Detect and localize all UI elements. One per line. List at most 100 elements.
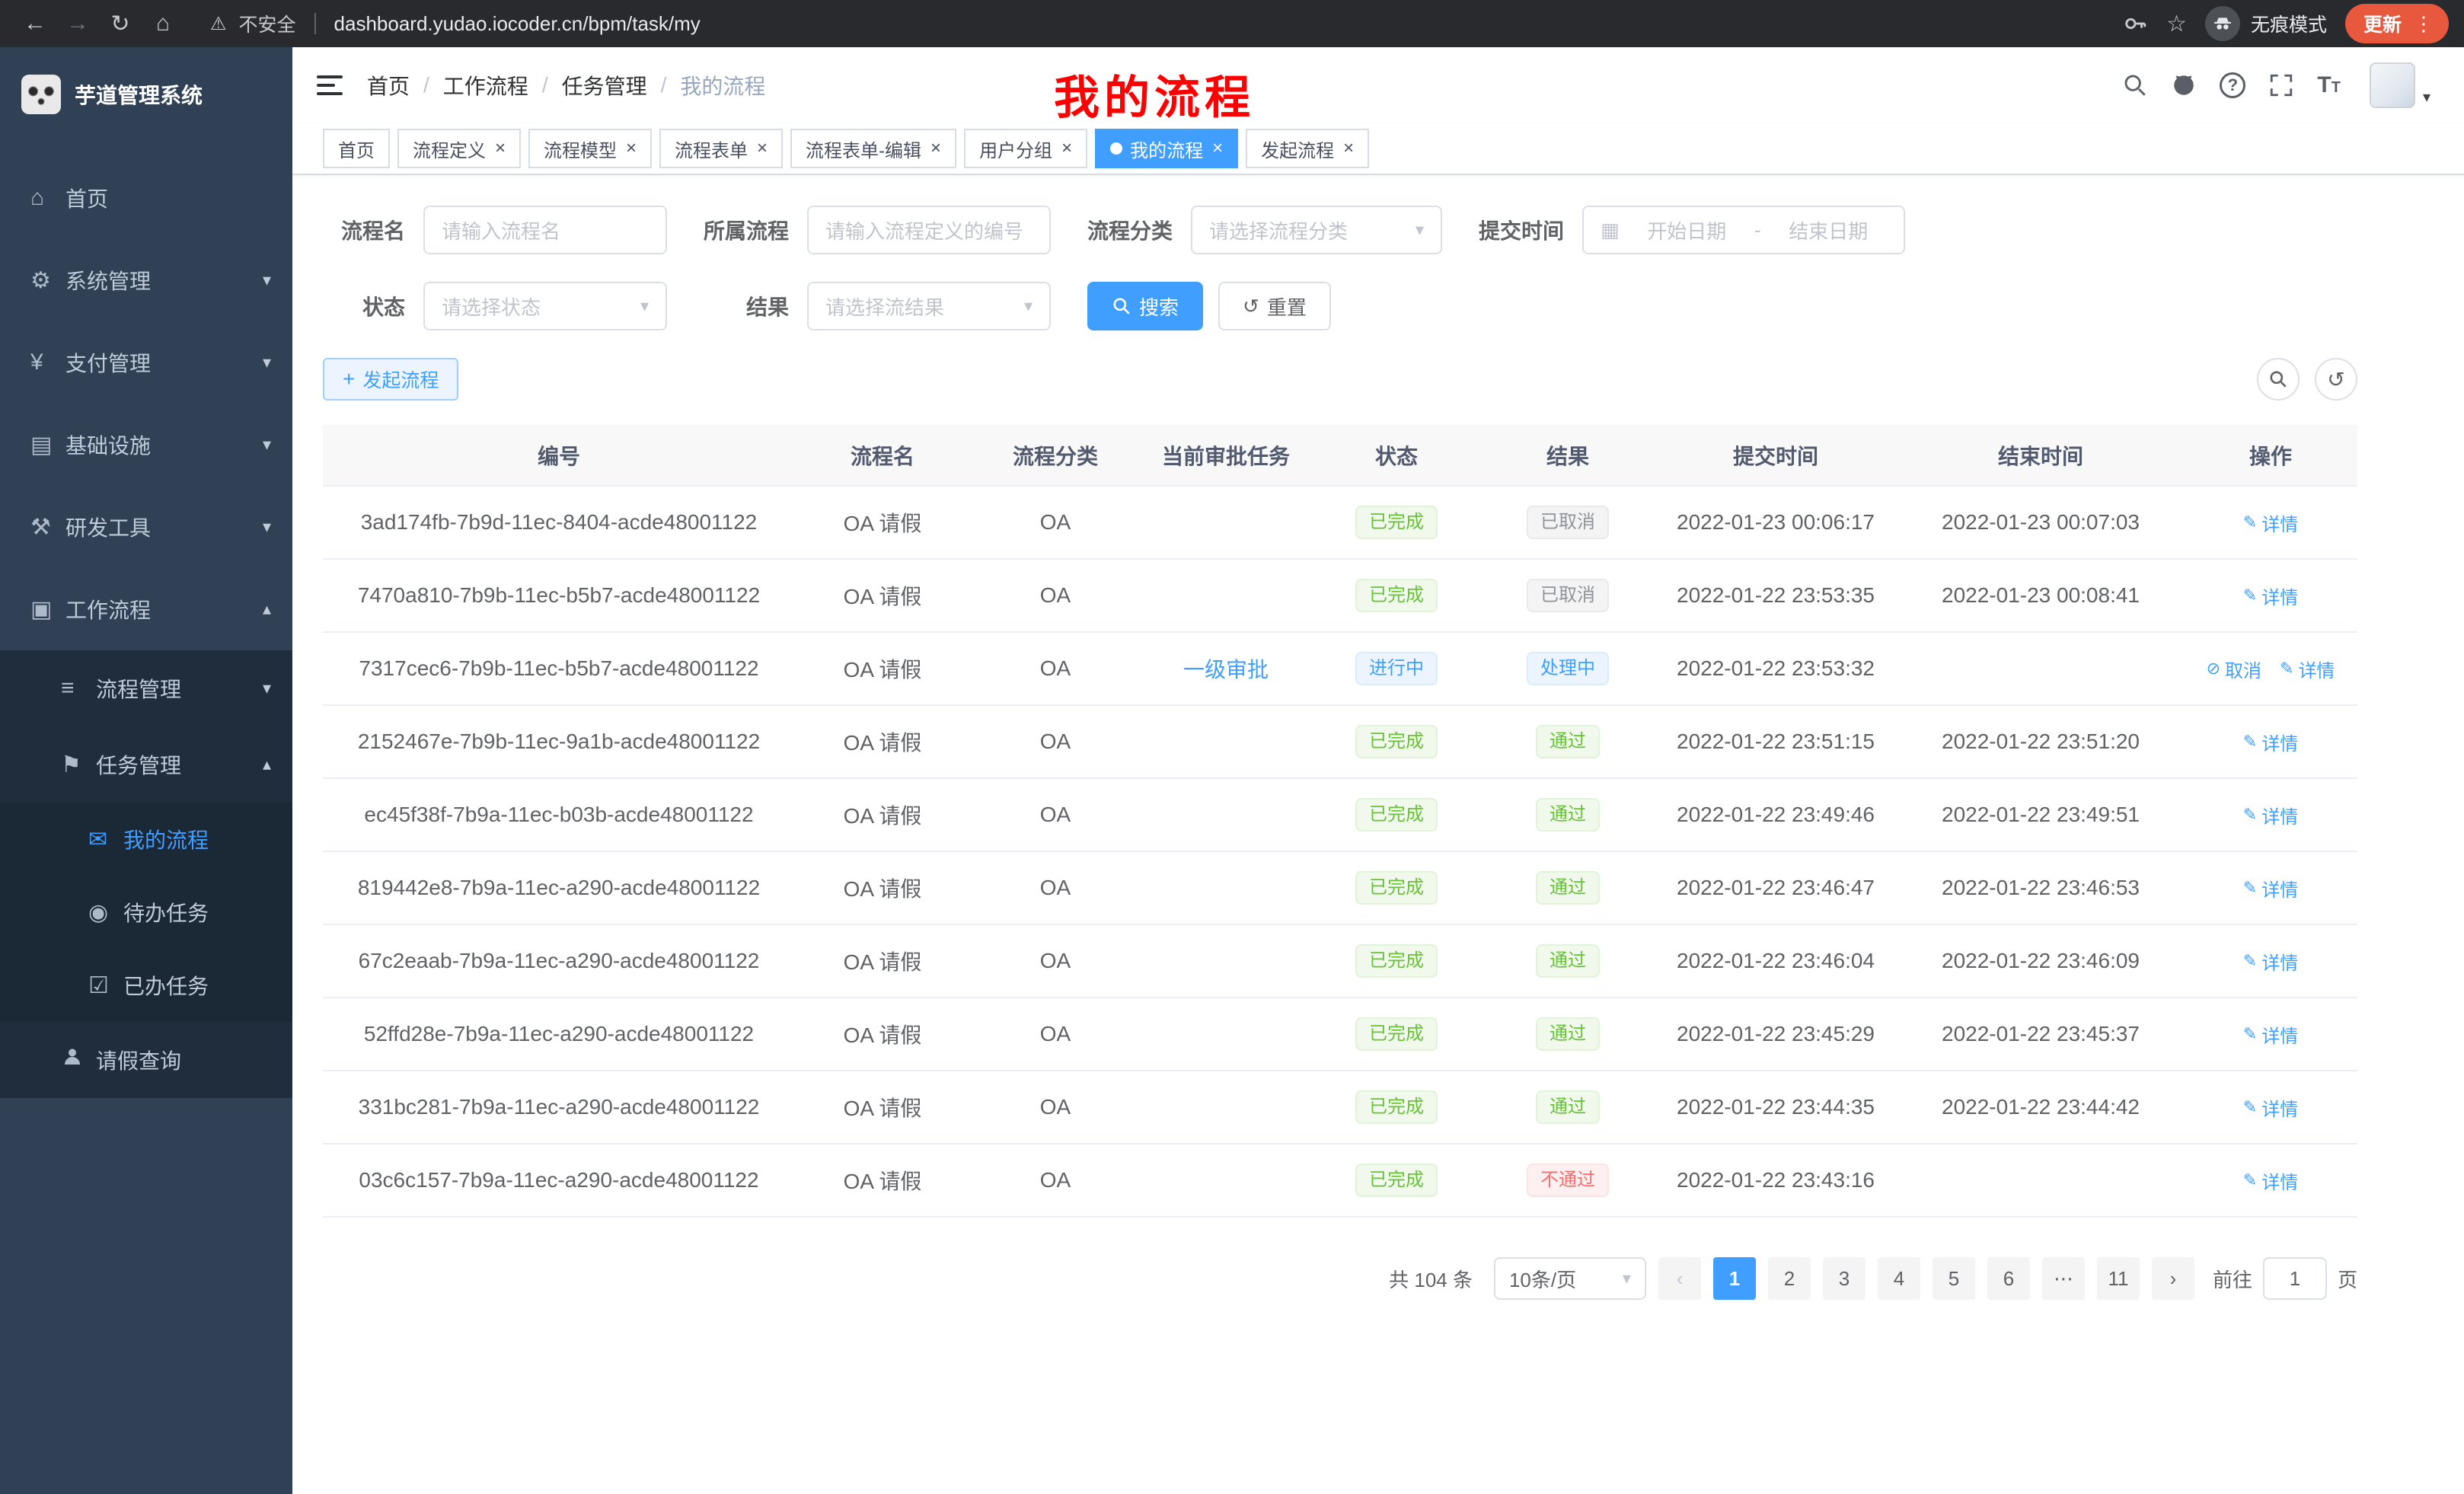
address-bar[interactable]: ⚠ 不安全 dashboard.yudao.iocoder.cn/bpm/tas… xyxy=(210,10,701,37)
tab[interactable]: 首页 xyxy=(323,129,390,168)
fullscreen-icon[interactable] xyxy=(2268,72,2294,98)
tab-close-icon[interactable]: × xyxy=(1061,139,1072,158)
detail-action-link[interactable]: ✎详情 xyxy=(2243,1167,2298,1194)
edit-icon: ✎ xyxy=(2243,878,2257,898)
search-button[interactable]: 搜索 xyxy=(1087,282,1203,330)
sidebar-item-devtools[interactable]: ⚒ 研发工具 ▾ xyxy=(0,486,292,568)
sidebar-item-task-management[interactable]: ⚑ 任务管理 ▴ xyxy=(0,726,292,803)
toggle-search-icon[interactable] xyxy=(2257,358,2300,401)
detail-action-link[interactable]: ✎详情 xyxy=(2243,802,2298,828)
forward-icon[interactable]: → xyxy=(58,5,97,42)
caret-down-icon: ▾ xyxy=(2423,88,2430,107)
breadcrumb-item[interactable]: 工作流程 xyxy=(443,70,528,101)
sidebar-item-done-tasks[interactable]: ☑ 已办任务 xyxy=(0,949,292,1022)
reset-button[interactable]: ↺ 重置 xyxy=(1218,282,1331,330)
next-page-button[interactable]: › xyxy=(2152,1257,2194,1300)
tab[interactable]: 我的流程× xyxy=(1095,129,1238,168)
user-menu[interactable]: ▾ xyxy=(2370,62,2430,108)
tab[interactable]: 流程定义× xyxy=(397,129,521,168)
cell-process-name: OA 请假 xyxy=(795,705,970,778)
page-size-select[interactable]: 10条/页 ▾ xyxy=(1494,1257,1646,1300)
key-icon[interactable] xyxy=(2122,11,2148,37)
back-icon[interactable]: ← xyxy=(15,5,55,42)
status-select[interactable]: 请选择状态 ▾ xyxy=(423,282,667,330)
tab[interactable]: 用户分组× xyxy=(964,129,1087,168)
sidebar-item-leave-query[interactable]: 请假查询 xyxy=(0,1022,292,1098)
sidebar-item-infrastructure[interactable]: ▤ 基础设施 ▾ xyxy=(0,404,292,486)
cell-end-time: 2022-01-22 23:45:37 xyxy=(1897,998,2184,1071)
github-icon[interactable] xyxy=(2171,72,2197,98)
cell-current-task xyxy=(1141,1144,1311,1217)
prev-page-button[interactable]: ‹ xyxy=(1658,1257,1701,1300)
tab[interactable]: 流程模型× xyxy=(528,129,652,168)
cell-result: 通过 xyxy=(1482,1071,1654,1144)
sidebar-item-system[interactable]: ⚙ 系统管理 ▾ xyxy=(0,239,292,321)
detail-action-link[interactable]: ✎详情 xyxy=(2243,729,2298,755)
process-definition-input[interactable]: 请输入流程定义的编号 xyxy=(807,206,1051,254)
sidebar-item-home[interactable]: ⌂ 首页 xyxy=(0,157,292,239)
action-label: 详情 xyxy=(2261,1094,2298,1121)
tab[interactable]: 发起流程× xyxy=(1246,129,1369,168)
page-button[interactable]: 2 xyxy=(1768,1257,1811,1300)
sidebar-item-todo-tasks[interactable]: ◉ 待办任务 xyxy=(0,876,292,949)
breadcrumb-item[interactable]: 任务管理 xyxy=(562,70,647,101)
page-button[interactable]: 3 xyxy=(1823,1257,1866,1300)
current-task-link[interactable]: 一级审批 xyxy=(1183,658,1269,682)
cell-id: ec45f38f-7b9a-11ec-b03b-acde48001122 xyxy=(323,778,795,851)
start-process-button[interactable]: + 发起流程 xyxy=(323,358,458,401)
message-icon: ✉ xyxy=(88,826,123,853)
tab-close-icon[interactable]: × xyxy=(1343,139,1354,158)
detail-action-link[interactable]: ✎详情 xyxy=(2243,948,2298,975)
page-ellipsis[interactable]: ⋯ xyxy=(2042,1257,2085,1300)
browser-menu-icon[interactable]: ⋮ xyxy=(2414,12,2434,36)
page-button[interactable]: 1 xyxy=(1713,1257,1756,1300)
detail-action-link[interactable]: ✎详情 xyxy=(2243,583,2298,609)
page-button[interactable]: 5 xyxy=(1933,1257,1975,1300)
update-button[interactable]: 更新 ⋮ xyxy=(2345,4,2449,43)
detail-action-link[interactable]: ✎详情 xyxy=(2243,509,2298,536)
tab[interactable]: 流程表单× xyxy=(659,129,783,168)
search-icon[interactable] xyxy=(2122,72,2148,98)
refresh-icon[interactable]: ↺ xyxy=(2315,358,2357,401)
cell-actions: ✎详情 xyxy=(2184,1071,2357,1144)
cancel-action-link[interactable]: ⊘取消 xyxy=(2207,656,2261,682)
table-row: 67c2eaab-7b9a-11ec-a290-acde48001122OA 请… xyxy=(323,924,2357,998)
bookmark-star-icon[interactable]: ☆ xyxy=(2166,11,2187,37)
result-select[interactable]: 请选择流结果 ▾ xyxy=(807,282,1051,330)
sidebar-item-payment[interactable]: ¥ 支付管理 ▾ xyxy=(0,321,292,404)
detail-action-link[interactable]: ✎详情 xyxy=(2243,875,2298,902)
sidebar-item-process-management[interactable]: ≡ 流程管理 ▾ xyxy=(0,650,292,726)
edit-icon: ✎ xyxy=(2243,805,2257,825)
tab-close-icon[interactable]: × xyxy=(930,139,941,158)
tab[interactable]: 流程表单-编辑× xyxy=(790,129,956,168)
sidebar-item-workflow[interactable]: ▣ 工作流程 ▴ xyxy=(0,568,292,650)
breadcrumb-item[interactable]: 首页 xyxy=(367,70,410,101)
process-category-select[interactable]: 请选择流程分类 ▾ xyxy=(1191,206,1442,254)
cell-result: 处理中 xyxy=(1482,632,1654,705)
page-button[interactable]: 11 xyxy=(2097,1257,2140,1300)
gear-icon: ⚙ xyxy=(30,267,65,294)
tab-close-icon[interactable]: × xyxy=(1212,139,1223,158)
app-logo[interactable]: 芋道管理系统 xyxy=(0,47,292,142)
filter-status: 状态 请选择状态 ▾ xyxy=(323,282,667,330)
tab-close-icon[interactable]: × xyxy=(495,139,506,158)
font-size-icon[interactable]: TT xyxy=(2317,74,2341,97)
tab-close-icon[interactable]: × xyxy=(626,139,637,158)
detail-action-link[interactable]: ✎详情 xyxy=(2280,656,2335,682)
page-button[interactable]: 4 xyxy=(1878,1257,1920,1300)
cell-id: 52ffd28e-7b9a-11ec-a290-acde48001122 xyxy=(323,998,795,1071)
reload-icon[interactable]: ↻ xyxy=(101,5,140,42)
avatar[interactable] xyxy=(2370,62,2415,108)
page-button[interactable]: 6 xyxy=(1987,1257,2030,1300)
filter-label: 提交时间 xyxy=(1479,215,1564,245)
jump-page-input[interactable]: 1 xyxy=(2263,1257,2327,1300)
process-name-input[interactable]: 请输入流程名 xyxy=(423,206,667,254)
detail-action-link[interactable]: ✎详情 xyxy=(2243,1021,2298,1048)
submit-time-range-picker[interactable]: ▦ 开始日期 - 结束日期 xyxy=(1582,206,1905,254)
collapse-sidebar-icon[interactable] xyxy=(317,75,343,95)
help-icon[interactable]: ? xyxy=(2220,72,2245,98)
tab-close-icon[interactable]: × xyxy=(757,139,768,158)
detail-action-link[interactable]: ✎详情 xyxy=(2243,1094,2298,1121)
sidebar-item-my-process[interactable]: ✉ 我的流程 xyxy=(0,803,292,876)
browser-home-icon[interactable]: ⌂ xyxy=(143,5,183,42)
